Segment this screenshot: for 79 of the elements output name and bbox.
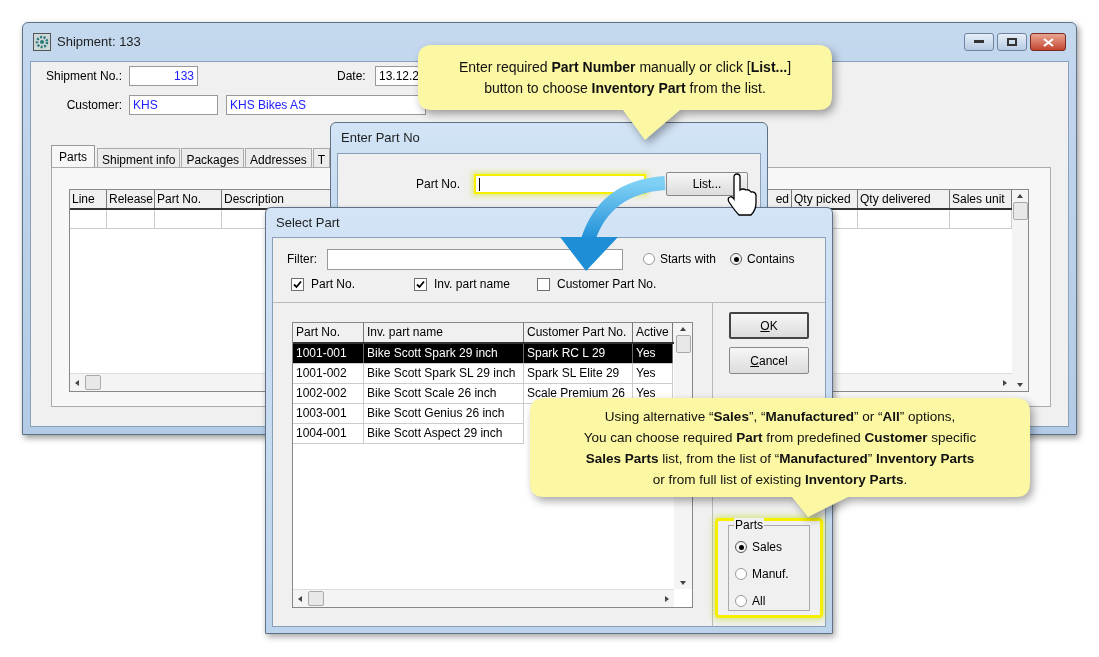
radio-option[interactable]: Manuf. xyxy=(735,565,809,583)
dialog-button[interactable]: OK xyxy=(729,312,809,339)
arrow-right-icon xyxy=(1001,378,1009,387)
scroll-thumb[interactable] xyxy=(85,375,101,390)
window-title: Select Part xyxy=(276,213,340,232)
field-label: Date: xyxy=(337,68,367,85)
table-cell: 1003-001 xyxy=(293,404,364,423)
table-cell: Spark RC L 29 xyxy=(524,344,633,363)
table-cell: Bike Scott Spark SL 29 inch xyxy=(364,364,524,383)
column-header[interactable]: Line xyxy=(70,190,107,208)
checkbox-option[interactable]: Inv. part name xyxy=(414,275,537,293)
column-header[interactable]: Part No. xyxy=(155,190,222,208)
callout-text: or from full list of existing Inventory Parts. xyxy=(652,470,908,489)
scroll-thumb[interactable] xyxy=(1012,202,1028,220)
table-row[interactable]: 1004-001 Bike Scott Aspect 29 inch xyxy=(293,424,524,444)
callout-text: Using alternative “Sales”, “Manufactured” or “All” options, xyxy=(604,407,956,426)
field-label: Part No. xyxy=(416,176,461,193)
column-header[interactable]: Customer Part No. xyxy=(524,323,633,342)
radio-option[interactable]: Starts with xyxy=(643,250,716,268)
arrow-left-icon xyxy=(296,594,304,603)
table-cell: Bike Scott Scale 26 inch xyxy=(364,384,524,403)
close-button[interactable] xyxy=(1030,33,1066,51)
shipment-number-field[interactable]: 133 xyxy=(129,66,198,86)
table-row[interactable]: 1003-001 Bike Scott Genius 26 inch xyxy=(293,404,524,424)
radio-option[interactable]: Contains xyxy=(730,250,795,268)
radio-option[interactable]: Sales xyxy=(735,538,809,556)
table-cell: Bike Scott Spark 29 inch xyxy=(364,344,524,363)
part-number-field[interactable] xyxy=(474,174,646,194)
check-icon xyxy=(293,279,302,289)
table-cell: Yes xyxy=(633,364,673,383)
table-cell: 1001-002 xyxy=(293,364,364,383)
scroll-thumb[interactable] xyxy=(675,335,691,353)
window-title: Shipment: 133 xyxy=(57,33,141,52)
callout-text: Enter required Part Number manually or click [List...] xyxy=(458,57,792,77)
restore-icon xyxy=(1007,38,1017,46)
scroll-thumb[interactable] xyxy=(308,591,324,606)
tab[interactable]: Shipment info xyxy=(97,148,181,167)
close-icon xyxy=(1042,37,1054,47)
checkbox-option[interactable]: Customer Part No. xyxy=(537,275,660,293)
field-label: Customer: xyxy=(65,97,122,114)
table-cell: Spark SL Elite 29 xyxy=(524,364,633,383)
tab[interactable]: Parts xyxy=(51,145,95,167)
dialog-button[interactable]: Cancel xyxy=(729,347,809,374)
check-icon xyxy=(416,279,425,289)
table-cell: Yes xyxy=(633,344,673,363)
table-row[interactable]: 1001-001 Bike Scott Spark 29 inch Spark RC L 29 Yes xyxy=(293,344,673,364)
customer-name-field[interactable]: KHS Bikes AS xyxy=(226,95,426,115)
field-label: Filter: xyxy=(287,251,318,268)
table-cell: 1002-002 xyxy=(293,384,364,403)
field-label: Shipment No.: xyxy=(44,68,122,85)
column-header[interactable]: Inv. part name xyxy=(364,323,524,342)
window-title: Enter Part No xyxy=(341,129,420,148)
column-header[interactable]: Qty delivered xyxy=(858,190,950,208)
tab[interactable]: Addresses xyxy=(245,148,312,167)
column-header[interactable]: Part No. xyxy=(293,323,364,342)
table-cell: 1004-001 xyxy=(293,424,364,443)
tab[interactable]: T xyxy=(312,148,331,167)
arrow-left-icon xyxy=(73,378,81,387)
checkbox-option[interactable]: Part No. xyxy=(291,275,414,293)
minimize-icon xyxy=(974,40,984,44)
table-cell: 1001-001 xyxy=(293,344,364,363)
callout-text: You can choose required Part from predefined Customer specific xyxy=(583,428,977,447)
arrow-right-icon xyxy=(663,594,671,603)
tab[interactable]: Packages xyxy=(181,148,245,167)
column-header[interactable]: Active xyxy=(633,323,673,342)
app-icon xyxy=(33,33,51,51)
group-title: Parts xyxy=(734,518,764,532)
callout-text: Sales Parts list, from the list of “Manufactured” Inventory Parts xyxy=(585,449,975,468)
radio-option[interactable]: All xyxy=(735,592,809,610)
maximize-button[interactable] xyxy=(997,33,1027,51)
minimize-button[interactable] xyxy=(964,33,994,51)
column-header[interactable]: Release xyxy=(107,190,155,208)
table-cell: Bike Scott Aspect 29 inch xyxy=(364,424,524,443)
date-field[interactable]: 13.12.2 xyxy=(375,66,419,86)
callout-text: button to choose Inventory Part from the list. xyxy=(484,78,766,98)
filter-field[interactable] xyxy=(327,248,623,270)
customer-code-field[interactable]: KHS xyxy=(129,95,218,115)
table-row[interactable]: 1001-002 Bike Scott Spark SL 29 inch Spark SL Elite 29 Yes xyxy=(293,364,673,384)
table-cell: Bike Scott Genius 26 inch xyxy=(364,404,524,423)
